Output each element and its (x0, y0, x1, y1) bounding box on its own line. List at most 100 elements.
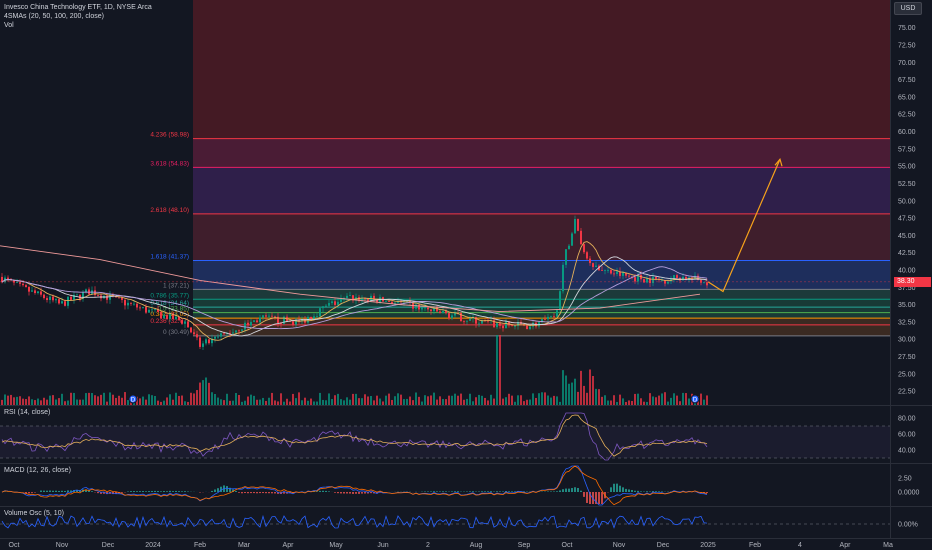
volume-bar (583, 385, 585, 405)
volume-bar (370, 395, 372, 405)
macd-histogram-bar (436, 491, 438, 492)
macd-histogram-bar (52, 490, 54, 492)
volume-bar (352, 393, 354, 405)
volume-bar (379, 398, 381, 405)
volume-bar (661, 393, 663, 405)
candle (262, 315, 264, 318)
volume-bar (382, 401, 384, 405)
candle (703, 282, 705, 284)
candle (163, 314, 165, 319)
macd-histogram-bar (496, 491, 498, 492)
volume-bar (610, 400, 612, 405)
candle (319, 308, 321, 317)
macd-histogram-bar (454, 491, 456, 492)
volume-bar (454, 393, 456, 405)
macd-histogram-bar (439, 491, 441, 492)
macd-histogram-bar (568, 488, 570, 492)
volume-osc-label: Volume Osc (5, 10) (4, 510, 64, 517)
candle (427, 307, 429, 310)
macd-histogram-bar (214, 489, 216, 492)
volume-bar (112, 394, 114, 405)
candle (577, 219, 579, 231)
candle (67, 296, 69, 306)
volume-bar (499, 335, 501, 405)
candle (37, 291, 39, 294)
volume-bar (64, 401, 66, 405)
candle (583, 244, 585, 253)
candle (151, 309, 153, 311)
candle (586, 252, 588, 259)
macd-histogram-bar (514, 491, 516, 492)
price-chart[interactable]: 4.236 (58.98) 3.618 (54.83) 2.618 (48.10) 1… (0, 0, 932, 550)
volume-bar (67, 400, 69, 405)
candle (223, 333, 225, 335)
time-axis-tick: Sep (518, 542, 531, 549)
volume-bar (517, 395, 519, 405)
volume-bar (412, 400, 414, 405)
volume-bar (40, 400, 42, 405)
candle (568, 245, 570, 250)
macd-histogram-bar (574, 487, 576, 492)
candle (166, 314, 168, 320)
macd-histogram-bar (46, 490, 48, 492)
volume-bar (490, 394, 492, 405)
macd-histogram-bar (322, 490, 324, 492)
volume-bar (256, 399, 258, 405)
volume-bar (187, 401, 189, 405)
rsi-band (0, 426, 890, 458)
volume-bar (85, 393, 87, 405)
candle (145, 307, 147, 313)
candle (532, 322, 534, 327)
volume-bar (556, 396, 558, 405)
volume-bar (1, 399, 3, 405)
volume-legend: Vol (4, 22, 14, 29)
volume-bar (508, 393, 510, 405)
time-axis-tick: Ma (883, 542, 893, 549)
candle (76, 294, 78, 296)
candle (616, 271, 618, 275)
price-axis-tick: 70.00 (898, 60, 916, 67)
volume-bar (448, 395, 450, 405)
candle (445, 311, 447, 314)
candle (220, 333, 222, 337)
volume-bar (280, 393, 282, 405)
volume-bar (409, 396, 411, 405)
time-axis-tick: Apr (840, 542, 852, 549)
fib-extension-zone (193, 0, 890, 139)
volume-bar (46, 399, 48, 405)
candle (451, 315, 453, 319)
volume-bar (415, 392, 417, 405)
macd-histogram-bar (319, 490, 321, 492)
volume-bar (118, 395, 120, 405)
volume-bar (601, 396, 603, 405)
candle (193, 332, 195, 335)
volume-bar (244, 400, 246, 405)
candle (418, 304, 420, 310)
macd-histogram-bar (487, 491, 489, 492)
macd-histogram-bar (433, 491, 435, 492)
candle (424, 307, 426, 309)
volume-bar (196, 390, 198, 405)
volume-bar (529, 399, 531, 405)
volume-bar (346, 397, 348, 405)
macd-histogram-bar (274, 492, 276, 494)
candle (259, 317, 261, 323)
macd-histogram-bar (181, 491, 183, 492)
rsi-axis-tick: 60.00 (898, 432, 916, 439)
candle (85, 289, 87, 292)
price-axis-tick: 72.50 (898, 43, 916, 50)
candle (463, 321, 465, 323)
volume-bar (178, 395, 180, 405)
macd-histogram-bar (244, 492, 246, 493)
macd-histogram-bar (370, 492, 372, 494)
volume-bar (283, 401, 285, 405)
currency-badge[interactable]: USD (894, 2, 922, 15)
volume-bar (631, 400, 633, 405)
macd-histogram-bar (556, 491, 558, 492)
volume-bar (685, 393, 687, 405)
time-axis-tick: Nov (56, 542, 69, 549)
macd-histogram-bar (340, 492, 342, 494)
macd-histogram-bar (31, 492, 33, 493)
time-axis-tick: Feb (194, 542, 206, 549)
volume-bar (238, 395, 240, 405)
